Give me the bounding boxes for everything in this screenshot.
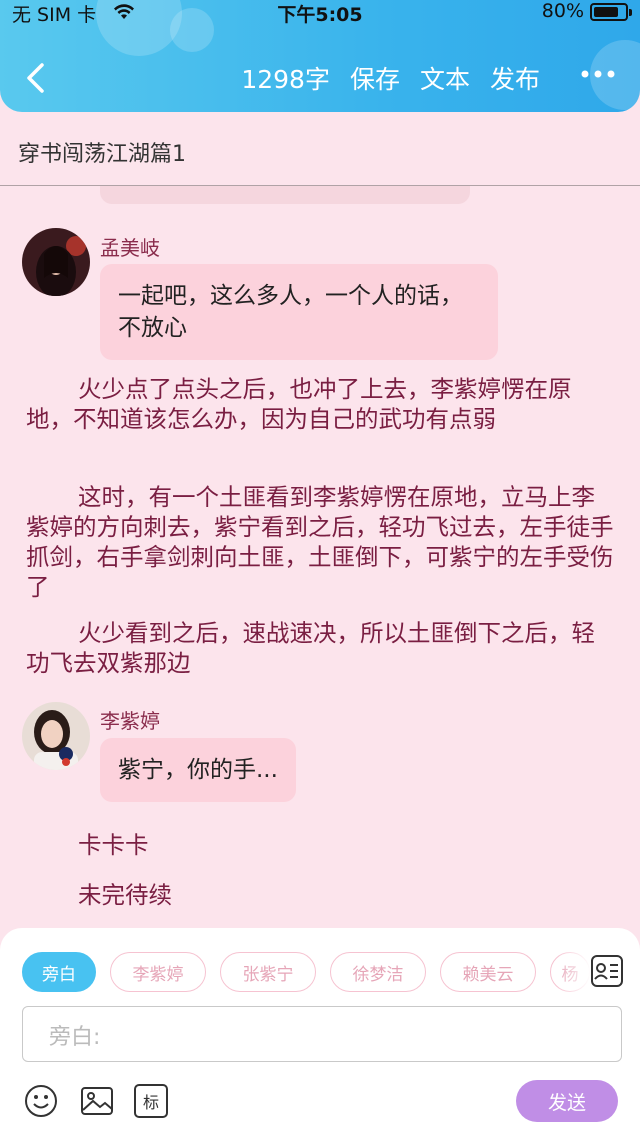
tag-button-label: 标 [142,1093,159,1112]
dialogue-bubble[interactable]: 紫宁，你的手... [100,738,296,802]
avatar[interactable] [22,228,90,296]
send-button[interactable]: 发送 [516,1080,618,1122]
message-input[interactable]: 旁白: [22,1006,622,1062]
role-selector: 旁白 李紫婷 张紫宁 徐梦洁 赖美云 杨 [22,952,590,992]
narration-paragraph[interactable]: 卡卡卡 [78,826,149,860]
status-bar: 无 SIM 卡 下午5:05 80% [0,0,640,26]
role-chip-narrator[interactable]: 旁白 [22,952,96,992]
role-chip[interactable]: 李紫婷 [110,952,206,992]
battery-icon [590,3,632,21]
battery-percent: 80% [541,0,584,22]
nav-actions: 1298字 保存 文本 发布 [241,60,540,96]
role-chip[interactable]: 赖美云 [440,952,536,992]
narration-paragraph[interactable]: 未完待续 [78,876,172,910]
speaker-name: 李紫婷 [100,709,160,733]
role-chip[interactable]: 徐梦洁 [330,952,426,992]
chevron-left-icon[interactable] [22,62,50,94]
text-button[interactable]: 文本 [420,60,470,96]
top-header: 无 SIM 卡 下午5:05 80% 1298字 保存 文本 发布 [0,0,640,112]
dialogue-bubble[interactable]: 一起吧，这么多人，一个人的话，不放心 [100,264,498,360]
tag-icon[interactable]: 标 [134,1084,168,1118]
narration-paragraph[interactable]: 这时，有一个土匪看到李紫婷愣在原地，立马上李紫婷的方向刺去，紫宁看到之后，轻功飞… [26,482,618,602]
document-title[interactable]: 穿书闯荡江湖篇1 [18,136,186,168]
image-icon[interactable] [80,1084,114,1118]
previous-bubble-edge [100,186,470,204]
save-button[interactable]: 保存 [350,60,400,96]
ellipsis-icon[interactable] [580,64,616,84]
word-count: 1298字 [241,65,330,94]
emoji-icon[interactable] [24,1084,58,1118]
publish-button[interactable]: 发布 [490,60,540,96]
role-chip[interactable]: 张紫宁 [220,952,316,992]
speaker-name: 孟美岐 [100,236,160,260]
battery-fill [594,7,618,17]
contact-card-icon[interactable] [590,954,624,988]
narration-paragraph[interactable]: 火少看到之后，速战速决，所以土匪倒下之后，轻功飞去双紫那边 [26,618,618,678]
nav-bar: 1298字 保存 文本 发布 [0,52,640,104]
avatar[interactable] [22,702,90,770]
narration-paragraph[interactable]: 火少点了点头之后，也冲了上去，李紫婷愣在原地，不知道该怎么办，因为自己的武功有点… [26,374,618,434]
